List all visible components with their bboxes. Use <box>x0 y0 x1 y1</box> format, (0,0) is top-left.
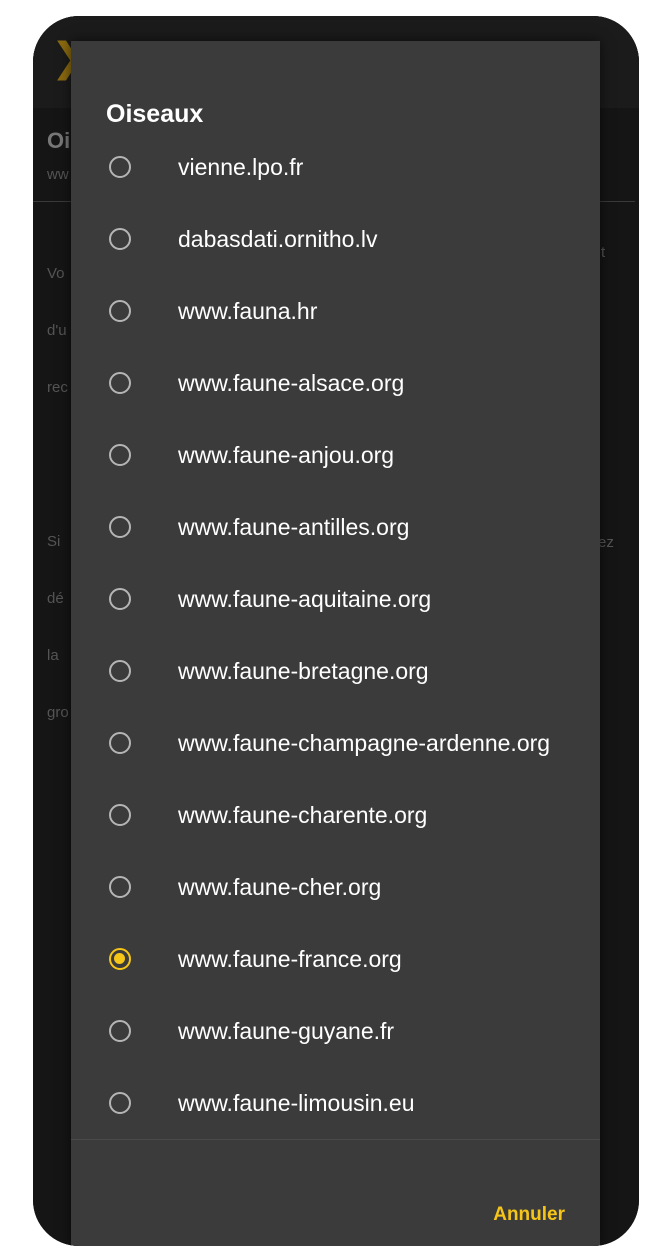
option-item[interactable]: www.faune-antilles.org <box>71 491 600 563</box>
option-label: www.faune-bretagne.org <box>178 658 429 684</box>
option-item[interactable]: www.faune-charente.org <box>71 779 600 851</box>
option-label: www.faune-guyane.fr <box>178 1018 395 1044</box>
option-item[interactable]: www.faune-cher.org <box>71 851 600 923</box>
option-label: www.faune-alsace.org <box>178 370 405 396</box>
radio-button-icon[interactable] <box>109 660 131 682</box>
option-item[interactable]: dabasdati.ornitho.lv <box>71 203 600 275</box>
background-subtitle: ww <box>47 166 69 183</box>
radio-button-icon[interactable] <box>109 804 131 826</box>
dialog-title: Oiseaux <box>106 100 204 128</box>
option-item[interactable]: vienne.lpo.fr <box>71 131 600 203</box>
background-paragraph-1-right: t <box>601 244 606 261</box>
option-label: www.faune-champagne-ardenne.org <box>178 730 551 756</box>
radio-button-icon[interactable] <box>109 228 131 250</box>
option-label: www.faune-france.org <box>178 946 402 972</box>
radio-button-icon[interactable] <box>109 876 131 898</box>
option-label: www.faune-antilles.org <box>178 514 410 540</box>
option-item[interactable]: www.faune-france.org <box>71 923 600 995</box>
option-item[interactable]: www.faune-bretagne.org <box>71 635 600 707</box>
phone-screen: ❯ Oi ww Vo d'u rec t Si dé la gro ez Ois… <box>33 16 639 1246</box>
cancel-button[interactable]: Annuler <box>493 1204 565 1226</box>
option-label: www.faune-cher.org <box>178 874 382 900</box>
dialog-footer-divider <box>71 1139 600 1140</box>
radio-button-icon[interactable] <box>109 372 131 394</box>
option-item[interactable]: www.faune-aquitaine.org <box>71 563 600 635</box>
option-label: www.faune-charente.org <box>178 802 428 828</box>
option-item[interactable]: www.faune-champagne-ardenne.org <box>71 707 600 779</box>
radio-button-icon[interactable] <box>109 444 131 466</box>
option-item[interactable]: www.fauna.hr <box>71 275 600 347</box>
site-selection-dialog: Oiseaux vienne.lpo.fr dabasdati.ornitho.… <box>71 41 600 1246</box>
option-label: www.fauna.hr <box>178 298 318 324</box>
radio-button-icon[interactable] <box>109 1020 131 1042</box>
option-label: vienne.lpo.fr <box>178 154 304 180</box>
radio-button-icon[interactable] <box>109 156 131 178</box>
option-label: dabasdati.ornitho.lv <box>178 226 378 252</box>
radio-button-checked-icon[interactable] <box>109 948 131 970</box>
radio-button-icon[interactable] <box>109 516 131 538</box>
option-item[interactable]: www.faune-alsace.org <box>71 347 600 419</box>
background-title: Oi <box>47 128 71 153</box>
radio-button-icon[interactable] <box>109 300 131 322</box>
option-label: www.faune-anjou.org <box>178 442 395 468</box>
radio-button-icon[interactable] <box>109 1092 131 1114</box>
radio-button-icon[interactable] <box>109 732 131 754</box>
background-paragraph-2-right: ez <box>598 534 614 551</box>
option-label: www.faune-aquitaine.org <box>178 586 432 612</box>
option-label: www.faune-limousin.eu <box>178 1090 415 1116</box>
option-list: vienne.lpo.fr dabasdati.ornitho.lv www.f… <box>71 131 600 1139</box>
option-item[interactable]: www.faune-guyane.fr <box>71 995 600 1067</box>
radio-button-icon[interactable] <box>109 588 131 610</box>
option-item[interactable]: www.faune-anjou.org <box>71 419 600 491</box>
option-item[interactable]: www.faune-limousin.eu <box>71 1067 600 1139</box>
